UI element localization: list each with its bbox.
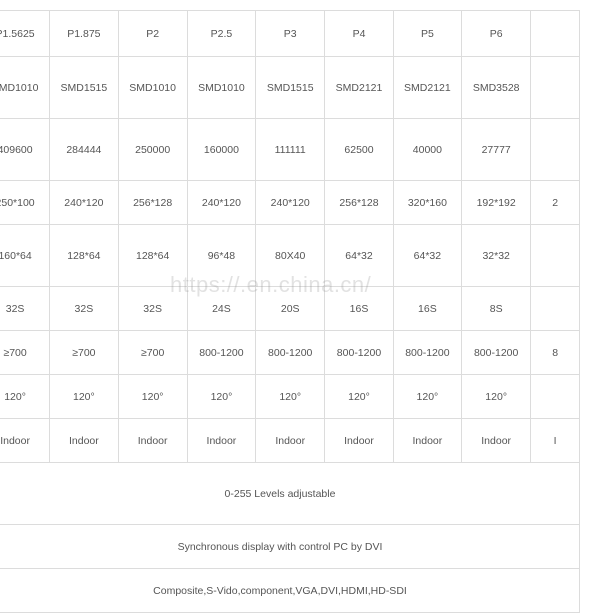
cell-viewing-angle: 120°	[324, 374, 394, 419]
cell-viewing-angle: 120°	[255, 374, 326, 419]
cell-pitch: P2.5	[186, 10, 257, 57]
cell-module-resolution: 64*32	[324, 224, 394, 287]
cell-viewing-angle: 120°	[0, 374, 51, 419]
cell-brightness: 800-1200	[324, 330, 394, 375]
cell-viewing-angle: 120°	[117, 374, 188, 419]
cell-environment: Indoor	[0, 418, 51, 463]
cell-pixel-density: 250000	[117, 118, 188, 181]
row-module-resolution: 160*64 128*64 128*64 96*48 80X40 64*32 64*32 32…	[0, 224, 580, 287]
row-pixel-density: 409600 284444 250000 160000 111111 62500 40000…	[0, 118, 580, 181]
cell-module-resolution: 32*32	[461, 224, 532, 287]
cell-display-mode: Synchronous display with control PC by D…	[0, 524, 580, 569]
cell-pitch: P1.875	[49, 10, 119, 57]
cell-module-resolution: 160*64	[0, 224, 51, 287]
cell-pitch: P6	[461, 10, 532, 57]
row-display-mode: Synchronous display with control PC by D…	[0, 524, 580, 569]
cell-scan-mode: 8S	[461, 286, 532, 331]
cell-brightness: 800-1200	[255, 330, 326, 375]
cell-brightness: ≥700	[49, 330, 119, 375]
cell-led-type	[530, 56, 580, 119]
row-module-size: 250*100240*120256*128240*120240*120256*1…	[0, 180, 580, 225]
row-scan-mode: 32S 32S 32S 24S 20S 16S 16S 8S	[0, 286, 580, 331]
cell-module-size: 240*120	[255, 180, 326, 225]
cell-pitch: P4	[324, 10, 394, 57]
cell-led-type: SMD1010	[117, 56, 188, 119]
cell-scan-mode: 16S	[392, 286, 463, 331]
cell-module-resolution: 64*32	[392, 224, 463, 287]
cell-viewing-angle: 120°	[49, 374, 119, 419]
cell-led-type: SMD1010	[0, 56, 51, 119]
cell-module-resolution	[530, 224, 580, 287]
cell-pixel-density: 111111	[255, 118, 326, 181]
cell-module-size: 256*128	[324, 180, 394, 225]
cell-environment: Indoor	[117, 418, 188, 463]
cell-viewing-angle: 120°	[186, 374, 257, 419]
cell-pitch: P1.5625	[0, 10, 51, 57]
row-environment: Indoor Indoor Indoor Indoor Indoor Indoor Indo…	[0, 418, 580, 463]
cell-module-size: 192*192	[461, 180, 532, 225]
cell-module-size: 2	[530, 180, 580, 225]
cell-scan-mode: 32S	[49, 286, 119, 331]
spec-table: P1.5625P1.875P2P2.5P3P4P5P6SMD1010SMD151…	[0, 10, 580, 613]
cell-module-resolution: 96*48	[186, 224, 257, 287]
cell-viewing-angle: 120°	[392, 374, 463, 419]
cell-brightness: 800-1200	[461, 330, 532, 375]
cell-pixel-density: 409600	[0, 118, 51, 181]
cell-led-type: SMD2121	[392, 56, 463, 119]
row-pitch: P1.5625P1.875P2P2.5P3P4P5P6	[0, 10, 580, 57]
cell-environment: Indoor	[461, 418, 532, 463]
cell-environment: Indoor	[49, 418, 119, 463]
cell-pixel-density: 284444	[49, 118, 119, 181]
cell-pixel-density: 62500	[324, 118, 394, 181]
row-brightness: ≥700 ≥700 ≥700 800-1200 800-1200 800-1200 800-…	[0, 330, 580, 375]
cell-led-type: SMD1010	[186, 56, 257, 119]
cell-scan-mode: 24S	[186, 286, 257, 331]
cell-pitch: P3	[255, 10, 326, 57]
cell-environment: Indoor	[324, 418, 394, 463]
cell-viewing-angle: 120°	[461, 374, 532, 419]
cell-pitch	[530, 10, 580, 57]
cell-scan-mode: 32S	[0, 286, 51, 331]
cell-environment: I	[530, 418, 580, 463]
cell-scan-mode: 16S	[324, 286, 394, 331]
cell-pitch: P2	[117, 10, 188, 57]
row-video-input: Composite,S-Vido,component,VGA,DVI,HDMI,…	[0, 568, 580, 613]
cell-brightness: ≥700	[117, 330, 188, 375]
cell-environment: Indoor	[392, 418, 463, 463]
cell-pitch: P5	[392, 10, 463, 57]
cell-pixel-density: 40000	[392, 118, 463, 181]
cell-scan-mode	[530, 286, 580, 331]
cell-module-size: 240*120	[49, 180, 119, 225]
row-led-type: SMD1010SMD1515SMD1010SMD1010SMD1515SMD21…	[0, 56, 580, 119]
cell-module-resolution: 80X40	[255, 224, 326, 287]
cell-brightness: 8	[530, 330, 580, 375]
cell-led-type: SMD2121	[324, 56, 394, 119]
cell-brightness: 800-1200	[392, 330, 463, 375]
cell-scan-mode: 32S	[117, 286, 188, 331]
cell-led-type: SMD3528	[461, 56, 532, 119]
cell-video-input: Composite,S-Vido,component,VGA,DVI,HDMI,…	[0, 568, 580, 613]
cell-pixel-density: 160000	[186, 118, 257, 181]
cell-led-type: SMD1515	[255, 56, 326, 119]
cell-brightness: ≥700	[0, 330, 51, 375]
cell-led-type: SMD1515	[49, 56, 119, 119]
cell-pixel-density	[530, 118, 580, 181]
cell-module-resolution: 128*64	[117, 224, 188, 287]
cell-module-resolution: 128*64	[49, 224, 119, 287]
cell-viewing-angle	[530, 374, 580, 419]
cell-module-size: 320*160	[392, 180, 463, 225]
cell-module-size: 240*120	[186, 180, 257, 225]
row-viewing-angle: 120° 120° 120° 120° 120° 120° 120° 120°	[0, 374, 580, 419]
cell-environment: Indoor	[255, 418, 326, 463]
cell-gray-level: 0-255 Levels adjustable	[0, 462, 580, 525]
cell-module-size: 250*100	[0, 180, 51, 225]
cell-brightness: 800-1200	[186, 330, 257, 375]
cell-scan-mode: 20S	[255, 286, 326, 331]
cell-module-size: 256*128	[117, 180, 188, 225]
cell-pixel-density: 27777	[461, 118, 532, 181]
cell-environment: Indoor	[186, 418, 257, 463]
row-gray-level: 0-255 Levels adjustable	[0, 462, 580, 525]
